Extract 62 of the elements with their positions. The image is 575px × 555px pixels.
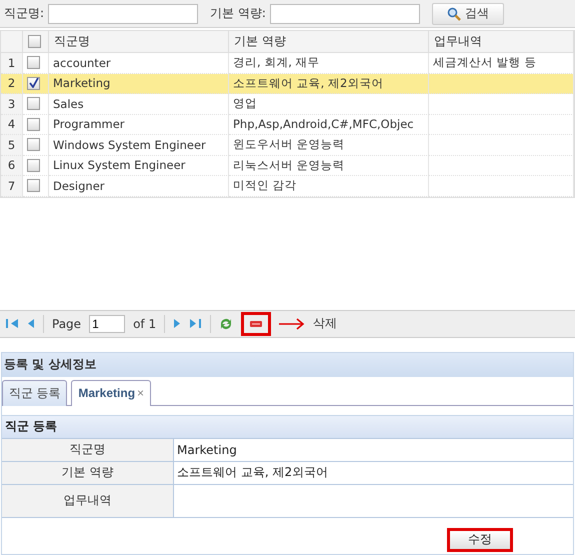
table-cell: 윈도우서버 운영능력: [229, 135, 429, 156]
search-button[interactable]: 검색: [432, 2, 504, 24]
edit-button[interactable]: 수정: [447, 528, 513, 552]
column-header[interactable]: 기본 역량: [229, 31, 429, 53]
last-page-icon[interactable]: [189, 318, 202, 329]
row-number: 2: [1, 74, 23, 94]
row-number: 7: [1, 176, 23, 196]
close-icon[interactable]: ×: [137, 386, 144, 400]
search-field[interactable]: [270, 4, 420, 24]
table-cell: Sales: [49, 94, 229, 114]
page-count: of 1: [133, 316, 156, 330]
section-title: 직군 등록: [2, 414, 573, 438]
table-cell: 경리, 회계, 재무: [229, 53, 429, 74]
search-field[interactable]: [48, 4, 198, 24]
checkbox[interactable]: [27, 179, 40, 192]
refresh-icon[interactable]: [219, 316, 234, 330]
field-label: 직군명:: [4, 5, 44, 22]
form-value: 소프트웨어 교육, 제2외국어: [176, 464, 330, 481]
next-page-icon[interactable]: [173, 318, 182, 329]
arrow-icon: [279, 318, 306, 330]
minus-icon: [250, 320, 262, 326]
table-cell: Programmer: [49, 114, 229, 135]
checkbox[interactable]: [27, 76, 40, 90]
annotation-label: 삭제: [313, 315, 338, 332]
form-label: 업무내역: [2, 484, 174, 516]
search-icon: [446, 6, 461, 20]
field-label: 기본 역량:: [210, 5, 266, 22]
column-header[interactable]: 직군명: [49, 31, 229, 53]
checkbox[interactable]: [27, 118, 40, 131]
form-label: 기본 역량: [2, 462, 174, 484]
first-page-icon[interactable]: [6, 318, 19, 329]
form-value: Marketing: [176, 442, 238, 458]
checkbox[interactable]: [27, 138, 40, 152]
table-cell: accounter: [49, 53, 229, 74]
table-cell: 미적인 감각: [229, 176, 429, 196]
checkbox[interactable]: [27, 158, 40, 172]
table-cell: Php,Asp,Android,C#,MFC,Objec: [229, 114, 429, 135]
row-number: 6: [1, 156, 23, 176]
row-number: 1: [1, 53, 23, 74]
table-cell: Marketing: [49, 74, 229, 94]
row-number: 3: [1, 94, 23, 114]
page-label: Page: [52, 316, 82, 330]
table-cell: 소프트웨어 교육, 제2외국어: [229, 74, 429, 94]
table-cell: 세금계산서 발행 등: [429, 53, 574, 74]
checkbox[interactable]: [27, 97, 40, 110]
table-cell: Linux System Engineer: [49, 156, 229, 176]
table-cell: 리눅스서버 운영능력: [229, 156, 429, 176]
row-number: 4: [1, 114, 23, 135]
form-label: 직군명: [2, 438, 174, 460]
panel-title: 등록 및 상세정보: [2, 352, 573, 376]
table-cell: 영업: [229, 94, 429, 114]
tab[interactable]: 직군 등록: [2, 380, 68, 406]
tab[interactable]: Marketing ×: [71, 380, 152, 406]
previous-page-icon[interactable]: [27, 318, 35, 329]
checkbox[interactable]: [28, 35, 41, 48]
column-header[interactable]: 업무내역: [429, 31, 574, 53]
delete-button[interactable]: [241, 312, 272, 336]
page-field[interactable]: 1: [89, 314, 126, 332]
checkbox[interactable]: [27, 56, 40, 70]
row-number: 5: [1, 135, 23, 156]
table-cell: Windows System Engineer: [49, 135, 229, 156]
table-cell: Designer: [49, 176, 229, 196]
